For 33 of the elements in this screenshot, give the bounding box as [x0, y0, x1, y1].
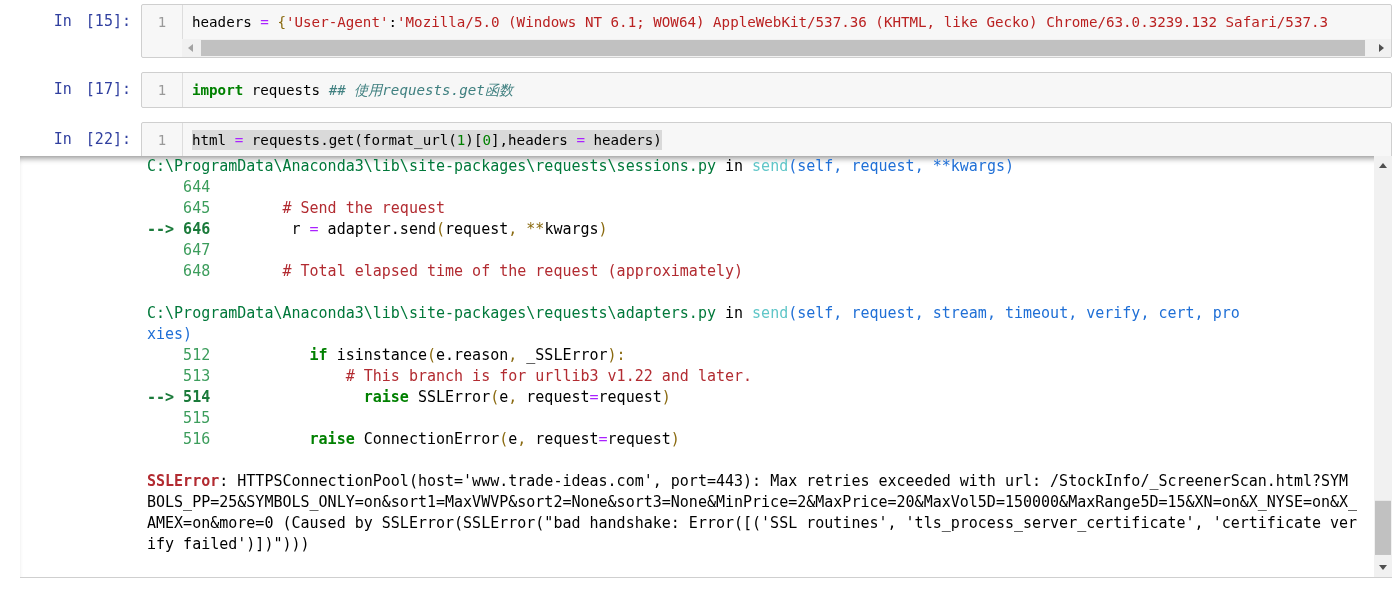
line-number: 1 — [157, 132, 167, 148]
line-number: 1 — [157, 14, 167, 30]
output-line: C:\ProgramData\Anaconda3\lib\site-packages\requests\sessions.py in send(self, request, **kwargs) — [147, 156, 1015, 177]
output-line: 512 if isinstance(e.reason, _SSLError): — [182, 345, 627, 366]
output-line: ify failed')])"))) — [147, 534, 311, 555]
code-cell[interactable]: 1 import requests ## 使用requests.get函数 — [141, 72, 1392, 108]
code-cell[interactable]: 1 html = requests.get(format_url(1)[0],headers = headers) — [141, 122, 1392, 158]
code-line: headers = {'User-Agent':'Mozilla/5.0 (Windows NT 6.1; WOW64) AppleWebKit/537.36 (KHTML, like Gecko) Chrome/63.0.3239.132 Safari/537.3 — [192, 13, 1329, 32]
output-line: xies) — [147, 324, 194, 345]
code-cell[interactable]: 1 headers = {'User-Agent':'Mozilla/5.0 (Windows NT 6.1; WOW64) AppleWebKit/537.36 (KHTML, like Gecko) Chrome/63.0.3239.132 Safari/537.3 — [141, 4, 1392, 58]
execution-count: [22]: — [85, 130, 131, 148]
output-line: BOLS_PP=25&SYMBOLS_ONLY=on&sort1=MaxVWVP&sort2=None&sort3=None&MinPrice=2&MaxPrice=20&MaxVol5D=150000&MaxRange5D=15&XN=on&X_NYSE=on&X_ — [147, 492, 1359, 513]
prompt-label: In — [53, 130, 72, 148]
horizontal-scrollbar[interactable] — [182, 39, 1391, 57]
output-line: 515 — [182, 408, 212, 429]
output-line: 513 # This branch is for urllib3 v1.22 and later. — [182, 366, 754, 387]
output-line: SSLError: HTTPSConnectionPool(host='www.trade-ideas.com', port=443): Max retries exceeded with url: /StockInfo/_ScreenerScan.html?SYM — [147, 471, 1350, 492]
output-line: AMEX=on&more=0 (Caused by SSLError(SSLError("bad handshake: Error([('SSL routines', 'tls_process_server_certificate', 'certificate ver — [147, 513, 1359, 534]
code-line: import requests ## 使用requests.get函数 — [192, 81, 513, 100]
output-line: 648 # Total elapsed time of the request (approximately) — [182, 261, 745, 282]
vertical-scrollbar[interactable] — [1374, 156, 1392, 577]
execution-count: [15]: — [85, 12, 131, 30]
output-line: --> 646 r = adapter.send(request, **kwargs) — [147, 219, 609, 240]
output-line: --> 514 raise SSLError(e, request=request) — [147, 387, 672, 408]
prompt-label: In — [53, 12, 72, 30]
line-number: 1 — [157, 82, 167, 98]
execution-count: [17]: — [85, 80, 131, 98]
output-line: 645 # Send the request — [182, 198, 447, 219]
output-line: 647 — [182, 240, 212, 261]
output-line: 516 raise ConnectionError(e, request=request) — [182, 429, 681, 450]
output-line: 644 — [182, 177, 212, 198]
prompt-label: In — [53, 80, 72, 98]
output-line: C:\ProgramData\Anaconda3\lib\site-packages\requests\adapters.py in send(self, request, stream, timeout, verify, cert, pro — [147, 303, 1241, 324]
